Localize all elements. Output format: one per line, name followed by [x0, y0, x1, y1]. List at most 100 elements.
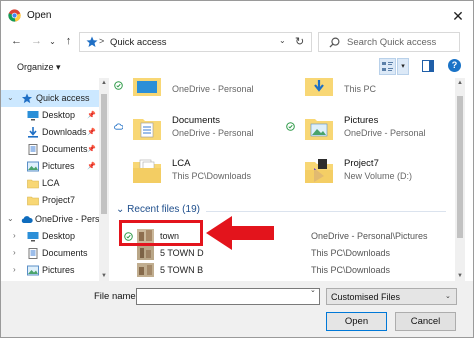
sidebar-scroll-thumb[interactable] [101, 94, 107, 214]
folder-location: New Volume (D:) [344, 171, 413, 181]
back-button[interactable]: ← [9, 34, 24, 49]
file-type-select[interactable]: Customised Files ⌄ [326, 288, 457, 305]
folder-location: OneDrive - Personal [172, 84, 254, 94]
folder-name: Documents [172, 115, 221, 126]
sidebar-item-label: Desktop [42, 231, 76, 241]
folder-tile-documents[interactable]: Documents OneDrive - Personal [110, 111, 280, 145]
recent-locations-dropdown[interactable]: ⌄ [45, 34, 60, 49]
recent-files-group-header[interactable]: ⌄ Recent files (19) [116, 204, 200, 215]
file-name-label: File name: [94, 291, 139, 302]
expand-arrow-icon[interactable]: › [13, 231, 16, 240]
scroll-down-arrow[interactable]: ▼ [455, 271, 465, 281]
pin-icon: 📌 [87, 146, 96, 153]
navigation-pane: ⌄ Quick access Desktop 📌 Downloads 📌 Doc… [1, 78, 109, 281]
help-icon[interactable]: ? [448, 59, 461, 72]
sidebar-item-documents[interactable]: Documents 📌 [1, 141, 99, 158]
content-scroll-thumb[interactable] [457, 96, 463, 238]
expand-arrow-icon[interactable]: › [13, 248, 16, 257]
folder-location: OneDrive - Personal [344, 128, 426, 138]
up-button[interactable]: ↑ [61, 34, 76, 49]
sidebar-item-label: Project7 [42, 195, 76, 205]
star-icon [21, 93, 33, 104]
file-name-dropdown-icon[interactable]: ⌄ [310, 286, 316, 294]
command-toolbar: Organize ▾ ▾ ? [1, 56, 473, 78]
expand-arrow-icon[interactable]: › [13, 265, 16, 274]
file-path: This PC\Downloads [311, 248, 391, 258]
sidebar-item-label: Documents [42, 248, 88, 258]
pin-icon: 📌 [87, 129, 96, 136]
image-thumbnail-icon [137, 263, 154, 277]
sidebar-item-downloads[interactable]: Downloads 📌 [1, 124, 99, 141]
refresh-icon[interactable]: ↻ [295, 35, 304, 48]
content-scrollbar[interactable]: ▲ ▼ [455, 78, 465, 281]
sidebar-item-label: Pictures [42, 265, 75, 275]
documents-icon [28, 144, 38, 155]
dialog-footer: File name: ⌄ Customised Files ⌄ Open Can… [1, 281, 473, 337]
chrome-icon [8, 9, 21, 22]
folder-icon [27, 196, 39, 206]
folder-name: LCA [172, 158, 191, 169]
search-icon [329, 37, 340, 48]
sidebar-scrollbar[interactable]: ▲ ▼ [99, 78, 109, 281]
documents-icon [28, 248, 38, 259]
sidebar-item-onedrive[interactable]: ⌄ OneDrive - Perso [1, 211, 105, 228]
folder-tile-lca[interactable]: LCA This PC\Downloads [110, 154, 280, 188]
title-bar: Open ✕ [1, 1, 473, 30]
change-view-button[interactable] [379, 58, 396, 75]
folder-icon [305, 159, 333, 183]
scroll-up-arrow[interactable]: ▲ [99, 78, 109, 88]
desktop-icon [27, 232, 39, 242]
close-button[interactable]: ✕ [447, 6, 469, 26]
desktop-folder-icon [133, 78, 161, 96]
open-button[interactable]: Open [326, 312, 387, 331]
sidebar-item-project7[interactable]: Project7 [1, 192, 99, 209]
expand-arrow-icon[interactable]: ⌄ [7, 93, 14, 102]
sidebar-item-label: OneDrive - Perso [35, 214, 105, 224]
sidebar-item-quick-access[interactable]: ⌄ Quick access [1, 90, 99, 107]
scroll-up-arrow[interactable]: ▲ [455, 78, 465, 88]
sidebar-item-pictures[interactable]: Pictures 📌 [1, 158, 99, 175]
folder-location: This PC\Downloads [172, 171, 252, 181]
sync-check-icon [286, 122, 295, 131]
file-name: 5 TOWN B [160, 265, 204, 275]
file-path: OneDrive - Personal\Pictures [311, 231, 428, 241]
recent-file-row-5-town-b[interactable]: 5 TOWN B This PC\Downloads [110, 262, 455, 278]
expand-arrow-icon[interactable]: ⌄ [7, 214, 14, 223]
sidebar-item-label: Desktop [42, 110, 76, 120]
folder-tile-project7[interactable]: Project7 New Volume (D:) [282, 154, 452, 188]
sync-check-icon [114, 81, 123, 90]
folder-tile-onedrive-desktop[interactable]: OneDrive - Personal [110, 78, 280, 101]
recent-file-row-5-town-d[interactable]: 5 TOWN D This PC\Downloads [110, 245, 455, 261]
file-name-input[interactable] [136, 288, 320, 305]
sidebar-item-onedrive-pictures[interactable]: › Pictures [1, 262, 99, 279]
downloads-folder-icon [305, 78, 333, 96]
file-name: 5 TOWN D [160, 248, 204, 258]
organize-button[interactable]: Organize ▾ [17, 62, 61, 73]
folder-name: Project7 [344, 158, 379, 169]
file-type-value: Customised Files [331, 292, 401, 302]
sidebar-item-desktop[interactable]: Desktop 📌 [1, 107, 99, 124]
address-dropdown-icon[interactable]: ⌄ [279, 36, 286, 45]
address-bar[interactable]: > Quick access ⌄ ↻ [79, 32, 312, 52]
scroll-down-arrow[interactable]: ▼ [99, 271, 109, 281]
sidebar-item-label: Documents [42, 144, 88, 154]
folder-tile-pictures[interactable]: Pictures OneDrive - Personal [282, 111, 452, 145]
breadcrumb-location[interactable]: Quick access [110, 37, 167, 48]
folder-tile-this-pc[interactable]: This PC [282, 78, 452, 101]
sidebar-item-onedrive-documents[interactable]: › Documents [1, 245, 99, 262]
search-box[interactable]: Search Quick access [318, 32, 460, 52]
documents-folder-icon [133, 119, 161, 140]
pin-icon: 📌 [87, 163, 96, 170]
navigation-bar: ← → ⌄ ↑ > Quick access ⌄ ↻ Search Quick … [1, 30, 473, 54]
sidebar-item-lca[interactable]: LCA [1, 175, 99, 192]
window-title: Open [27, 10, 52, 21]
pictures-icon [27, 161, 39, 172]
sidebar-item-label: Downloads [42, 127, 87, 137]
cancel-button[interactable]: Cancel [395, 312, 456, 331]
open-dialog: Open ✕ ← → ⌄ ↑ > Quick access ⌄ ↻ Search… [0, 0, 474, 338]
sidebar-item-label: Quick access [36, 93, 90, 103]
preview-pane-icon[interactable] [422, 60, 434, 72]
forward-button[interactable]: → [29, 34, 44, 49]
sidebar-item-onedrive-desktop[interactable]: › Desktop [1, 228, 99, 245]
view-options-dropdown[interactable]: ▾ [397, 58, 409, 75]
